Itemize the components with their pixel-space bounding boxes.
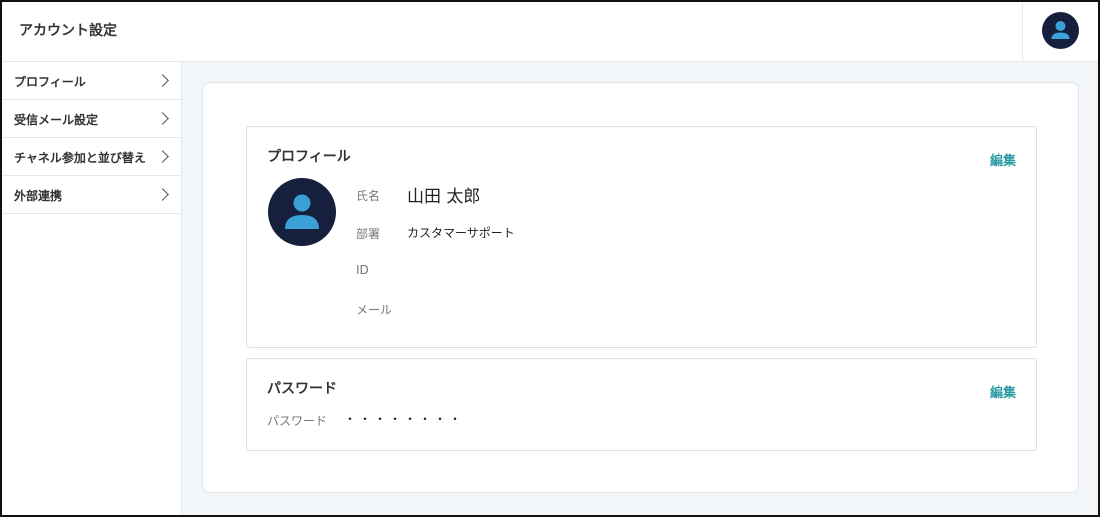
- name-value: 山田 太郎: [407, 187, 481, 207]
- page-title: アカウント設定: [19, 23, 117, 39]
- chevron-right-icon: [156, 188, 169, 201]
- department-label: 部署: [356, 227, 381, 241]
- department-value: カスタマーサポート: [407, 226, 515, 240]
- email-label: メール: [356, 303, 393, 317]
- id-label: ID: [356, 263, 369, 277]
- password-section-title: パスワード: [267, 381, 337, 397]
- name-label: 氏名: [356, 189, 381, 203]
- sidebar-item-channels[interactable]: チャネル参加と並び替え: [2, 138, 181, 176]
- top-header: アカウント設定: [2, 2, 1098, 62]
- chevron-right-icon: [156, 112, 169, 125]
- password-section: パスワード 編集 パスワード ・・・・・・・・: [246, 358, 1037, 451]
- sidebar: プロフィール 受信メール設定 チャネル参加と並び替え 外部連携: [2, 62, 182, 515]
- password-label: パスワード: [267, 414, 328, 428]
- user-avatar-icon[interactable]: [1042, 12, 1079, 49]
- edit-profile-button[interactable]: 編集: [990, 150, 1016, 169]
- sidebar-item-label: チャネル参加と並び替え: [14, 151, 146, 165]
- password-value: ・・・・・・・・: [344, 412, 465, 426]
- header-divider: [1022, 2, 1023, 62]
- sidebar-item-label: プロフィール: [14, 75, 86, 89]
- app-window: アカウント設定 プロフィール 受信メール設定 チャネル参加と並び替え 外部連携: [0, 0, 1100, 517]
- sidebar-item-label: 受信メール設定: [14, 113, 99, 127]
- profile-section-title: プロフィール: [267, 149, 351, 165]
- sidebar-item-profile[interactable]: プロフィール: [2, 62, 181, 100]
- profile-section: プロフィール 編集 氏名 山田 太郎 部署 カスタマーサポート ID メール: [246, 126, 1037, 348]
- profile-avatar-icon: [268, 178, 336, 246]
- chevron-right-icon: [156, 150, 169, 163]
- edit-password-button[interactable]: 編集: [990, 382, 1016, 401]
- settings-card: プロフィール 編集 氏名 山田 太郎 部署 カスタマーサポート ID メール パ…: [202, 82, 1079, 493]
- chevron-right-icon: [156, 74, 169, 87]
- sidebar-item-integrations[interactable]: 外部連携: [2, 176, 181, 214]
- sidebar-item-mail-settings[interactable]: 受信メール設定: [2, 100, 181, 138]
- sidebar-item-label: 外部連携: [14, 189, 63, 203]
